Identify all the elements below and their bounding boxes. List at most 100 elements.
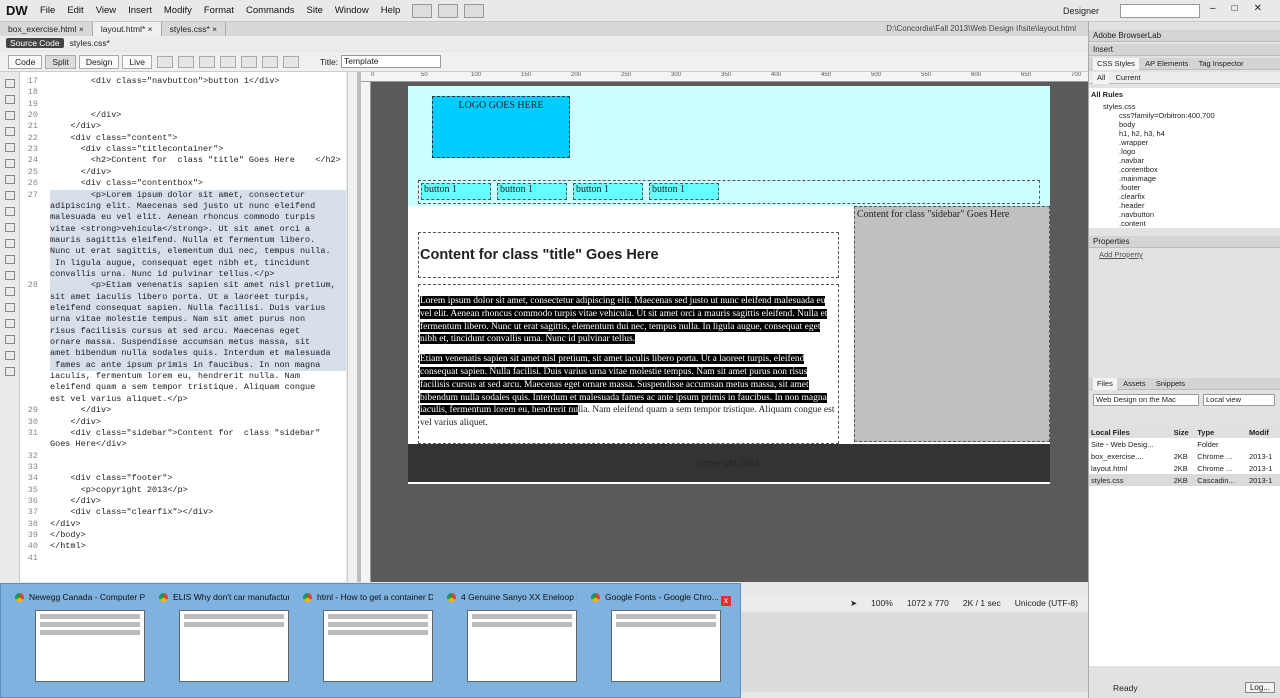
tab-assets[interactable]: Assets [1119,378,1150,390]
file-management-icon[interactable] [219,55,236,68]
col-modified[interactable]: Modif [1246,426,1280,438]
collapse-selection-icon[interactable] [5,127,15,136]
code-line[interactable]: <div class="sidebar">Content for class "… [50,428,346,439]
recent-snippets-icon[interactable] [5,303,15,312]
line-numbers-icon[interactable] [5,191,15,200]
move-css-icon[interactable] [5,319,15,328]
tab-css-styles[interactable]: CSS Styles [1093,58,1139,70]
css-rule[interactable]: .contentbox [1119,165,1158,174]
file-row[interactable]: layout.html 2KB Chrome ... 2013-1 [1089,462,1280,474]
code-line[interactable]: <div class="titlecontainer"> [50,144,346,155]
code-scrollbar[interactable] [347,72,357,582]
css-rule[interactable]: .mainmage [1119,174,1156,183]
navbar-div[interactable]: button 1 button 1 button 1 button 1 [418,180,1040,204]
search-input[interactable] [1120,4,1200,18]
header-div[interactable]: LOGO GOES HERE button 1 button 1 button … [408,86,1050,206]
file-row[interactable]: Site - Web Desig... Folder [1089,438,1280,450]
apply-comment-icon[interactable] [5,255,15,264]
code-line[interactable]: <div class="navbutton">button 1</div> [50,76,346,87]
css-rule[interactable]: body [1119,120,1135,129]
minimize-button[interactable]: – [1210,3,1216,14]
preview-icon[interactable] [177,55,194,68]
collapse-tag-icon[interactable] [5,111,15,120]
thumbnail-stackoverflow[interactable]: html - How to get a container D... [303,592,443,692]
thumbnail-google-fonts[interactable]: Google Fonts - Google Chro... [591,592,731,692]
zoom-select[interactable]: 100% [871,598,893,608]
balance-braces-icon[interactable] [5,175,15,184]
code-line[interactable]: Nunc ut erat sagittis, elementum dui nec… [50,246,346,258]
code-line[interactable]: <h2>Content for class "title" Goes Here … [50,155,346,166]
code-line[interactable]: <p>Etiam venenatis sapien sit amet nisl … [50,280,346,292]
menu-help[interactable]: Help [375,5,407,16]
menu-edit[interactable]: Edit [61,5,89,16]
css-rule[interactable]: .clearfix [1119,192,1145,201]
css-rule[interactable]: .navbutton [1119,210,1154,219]
tab-tag-inspector[interactable]: Tag Inspector [1195,58,1248,70]
code-line[interactable]: fames ac ante ipsum primis in faucibus. … [50,359,346,372]
maximize-button[interactable]: □ [1232,3,1238,14]
inspect-icon[interactable] [198,55,215,68]
css-rule[interactable]: .content [1119,219,1146,228]
menu-modify[interactable]: Modify [158,5,198,16]
code-line[interactable]: risus facilisis cursus at sed arcu. Maec… [50,325,346,338]
close-thumbnail-button[interactable]: x [721,596,731,606]
code-line[interactable]: </body> [50,530,346,541]
code-line[interactable]: </html> [50,541,346,552]
code-view-button[interactable]: Code [8,54,43,69]
close-button[interactable]: ✕ [1254,3,1262,14]
code-line[interactable]: Goes Here</div> [50,439,346,450]
window-size[interactable]: 1072 x 770 [907,598,949,608]
tab-ap-elements[interactable]: AP Elements [1141,58,1192,70]
add-property-link[interactable]: Add Property [1099,250,1143,259]
highlight-invalid-icon[interactable] [5,207,15,216]
menu-window[interactable]: Window [329,5,375,16]
code-line[interactable]: convallis urna. Nunc id pulvinar tellus.… [50,268,346,281]
indent-icon[interactable] [5,335,15,344]
thumbnail-elis[interactable]: ELIS Why don't car manufacture... [159,592,299,692]
file-row[interactable]: box_exercise.... 2KB Chrome ... 2013-1 [1089,450,1280,462]
css-rules-tree[interactable]: All Rules styles.css css?family=Orbitron… [1089,88,1280,228]
multiscreen-icon[interactable] [156,55,173,68]
show-code-navigator-icon[interactable] [5,95,15,104]
code-line[interactable]: iaculis, fermentum lorem eu, hendrerit n… [50,371,346,382]
wrap-tag-icon[interactable] [5,287,15,296]
code-line[interactable]: <p>copyright 2013</p> [50,485,346,496]
tab-layout[interactable]: layout.html* × [92,22,162,36]
col-local-files[interactable]: Local Files [1089,426,1172,438]
code-line[interactable]: <div class="footer"> [50,473,346,484]
code-line[interactable]: </div> [50,167,346,178]
log-button[interactable]: Log... [1244,682,1275,693]
nav-button[interactable]: button 1 [421,183,491,200]
nav-button[interactable]: button 1 [497,183,567,200]
code-line[interactable]: In ligula augue, consequat eget nibh et,… [50,257,346,269]
code-line[interactable]: <p>Lorem ipsum dolor sit amet, consectet… [50,189,346,201]
code-line[interactable]: eleifend quam a sem tempor tristique. Al… [50,382,346,393]
remove-comment-icon[interactable] [5,271,15,280]
select-tool-icon[interactable]: ➤ [850,598,857,609]
all-button[interactable]: All [1093,72,1110,84]
code-line[interactable]: malesuada eu vel elit. Aenean rhoncus co… [50,212,346,224]
code-line[interactable]: <div class="contentbox"> [50,178,346,189]
refresh-icon[interactable] [282,55,299,68]
view-select[interactable]: Local view [1203,394,1275,406]
syntax-error-icon[interactable] [5,223,15,232]
title-input[interactable]: Template [341,55,442,68]
workspace-switcher[interactable]: Designer [1063,6,1099,16]
code-line[interactable]: </div> [50,519,346,530]
css-rule[interactable]: .logo [1119,147,1135,156]
word-wrap-icon[interactable] [5,239,15,248]
code-line[interactable]: amet bibendum nulla sodales quis. Interd… [50,348,346,360]
menu-site[interactable]: Site [301,5,329,16]
code-line[interactable]: urna vitae molestie tempus. Nam sit amet… [50,314,346,326]
file-row[interactable]: styles.css 2KB Cascadin... 2013-1 [1089,474,1280,486]
menu-insert[interactable]: Insert [122,5,158,16]
browserlab-panel[interactable]: Adobe BrowserLab [1089,30,1280,42]
content-div[interactable]: Content for class "title" Goes Here Lore… [418,206,842,444]
thumbnail-newegg[interactable]: Newegg Canada - Computer Pr... [15,592,155,692]
code-line[interactable]: </div> [50,496,346,507]
code-line[interactable]: ornare massa. Suspendisse accumsan metus… [50,337,346,349]
code-editor[interactable]: <div class="navbutton">button 1</div> </… [50,72,346,582]
css-rule[interactable]: .footer [1119,183,1140,192]
menu-commands[interactable]: Commands [240,5,301,16]
code-line[interactable]: </div> [50,110,346,121]
